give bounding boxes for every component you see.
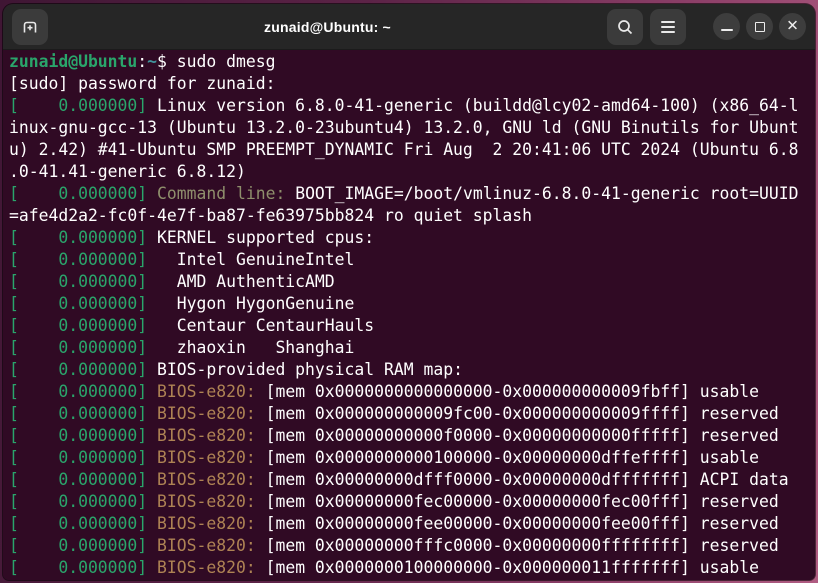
terminal-line: u) 2.42) #41-Ubuntu SMP PREEMPT_DYNAMIC … [9,139,815,161]
search-icon [616,18,634,36]
search-button[interactable] [607,9,643,45]
terminal-body[interactable]: zunaid@Ubuntu:~$ sudo dmesg[sudo] passwo… [3,50,815,580]
new-tab-icon [20,17,40,37]
terminal-line: [ 0.000000] BIOS-provided physical RAM m… [9,359,815,381]
window-title: zunaid@Ubuntu: ~ [48,19,607,35]
menu-icon [661,21,675,33]
terminal-line: [ 0.000000] Hygon HygonGenuine [9,293,815,315]
terminal-line: [ 0.000000] AMD AuthenticAMD [9,271,815,293]
terminal-line: [ 0.000000] BIOS-e820: [mem 0x0000000000… [9,425,815,447]
terminal-line: [ 0.000000] Centaur CentaurHauls [9,315,815,337]
menu-button[interactable] [650,9,686,45]
terminal-window: zunaid@Ubuntu: ~ [3,4,815,580]
maximize-button[interactable] [746,13,773,40]
terminal-line: [ 0.000000] BIOS-e820: [mem 0x00000000fe… [9,513,815,535]
terminal-line: [ 0.000000] BIOS-e820: [mem 0x0000000000… [9,381,815,403]
close-button[interactable]: ✕ [779,13,806,40]
terminal-line: =afe4d2a2-fc0f-4e7f-ba87-fe63975bb824 ro… [9,205,815,227]
terminal-line: inux-gnu-gcc-13 (Ubuntu 13.2.0-23ubuntu4… [9,117,815,139]
minimize-icon [721,29,733,31]
terminal-line: [sudo] password for zunaid: [9,73,815,95]
terminal-line: [ 0.000000] Linux version 6.8.0-41-gener… [9,95,815,117]
terminal-line: zunaid@Ubuntu:~$ sudo dmesg [9,51,815,73]
terminal-line: [ 0.000000] BIOS-e820: [mem 0x00000000ff… [9,535,815,557]
terminal-line: [ 0.000000] BIOS-e820: [mem 0x0000000000… [9,447,815,469]
new-tab-button[interactable] [12,9,48,45]
terminal-line: [ 0.000000] BIOS-e820: [mem 0x00000000fe… [9,491,815,513]
minimize-button[interactable] [713,13,740,40]
terminal-line: [ 0.000000] KERNEL supported cpus: [9,227,815,249]
close-icon: ✕ [786,19,799,34]
terminal-line: [ 0.000000] BIOS-e820: [mem 0x00000000df… [9,469,815,491]
terminal-line: [ 0.000000] zhaoxin Shanghai [9,337,815,359]
terminal-line: .0-41.41-generic 6.8.12) [9,161,815,183]
terminal-line: [ 0.000000] Command line: BOOT_IMAGE=/bo… [9,183,815,205]
terminal-line: [ 0.000000] BIOS-e820: [mem 0x0000000100… [9,557,815,579]
maximize-icon [755,22,765,32]
terminal-line: [ 0.000000] BIOS-e820: [mem 0x0000000000… [9,403,815,425]
window-titlebar[interactable]: zunaid@Ubuntu: ~ [3,4,815,50]
terminal-line: [ 0.000000] Intel GenuineIntel [9,249,815,271]
